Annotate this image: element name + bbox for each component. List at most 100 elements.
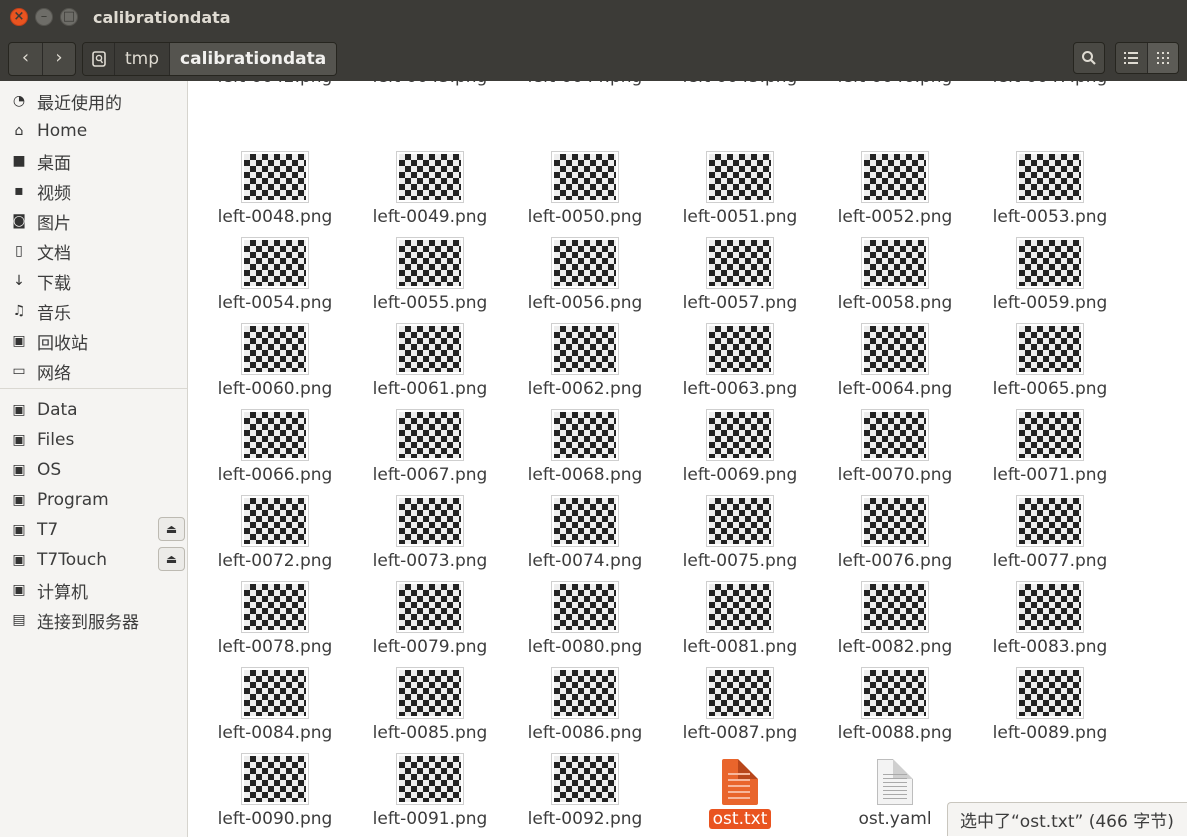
sidebar-item-data[interactable]: ▣ Data [0,395,187,425]
file-item[interactable]: left-0064.png [820,323,970,403]
file-name: left-0061.png [372,379,488,399]
file-item[interactable]: left-0091.png [355,753,505,833]
sidebar-item-pictures[interactable]: ◙ 图片 [0,206,187,236]
file-item[interactable]: left-0073.png [355,495,505,575]
close-window-button[interactable]: × [10,8,28,26]
file-item[interactable]: left-0083.png [975,581,1125,661]
file-item[interactable]: left-0077.png [975,495,1125,575]
file-item[interactable]: left-0067.png [355,409,505,489]
maximize-window-button[interactable]: □ [60,8,78,26]
file-item[interactable]: left-0089.png [975,667,1125,747]
drive-icon: ▣ [12,492,26,508]
file-item[interactable]: left-0070.png [820,409,970,489]
search-button[interactable] [1073,42,1105,74]
file-name: left-0074.png [527,551,643,571]
sidebar-item-files[interactable]: ▣ Files [0,425,187,455]
sidebar-item-os[interactable]: ▣ OS [0,455,187,485]
checkerboard-image [244,154,306,200]
file-item[interactable]: left-0069.png [665,409,815,489]
file-item[interactable]: left-0055.png [355,237,505,317]
sidebar-item-connect-server[interactable]: ▤ 连接到服务器 [0,605,187,635]
image-thumbnail [241,753,309,805]
file-item[interactable]: left-0085.png [355,667,505,747]
file-item[interactable]: left-0061.png [355,323,505,403]
forward-button[interactable]: › [42,43,75,75]
file-item[interactable]: left-0047.png [975,81,1125,91]
sidebar-item-computer[interactable]: ▣ 计算机 [0,575,187,605]
back-button[interactable]: ‹ [9,43,42,75]
image-thumbnail [551,151,619,203]
sidebar-item-downloads[interactable]: ↓ 下载 [0,266,187,296]
file-item[interactable]: left-0079.png [355,581,505,661]
eject-t7touch-button[interactable]: ⏏ [158,547,185,571]
file-item[interactable]: left-0080.png [510,581,660,661]
file-item[interactable]: left-0078.png [200,581,350,661]
file-item[interactable]: left-0056.png [510,237,660,317]
file-item[interactable]: left-0081.png [665,581,815,661]
eject-t7-button[interactable]: ⏏ [158,517,185,541]
file-item[interactable]: left-0072.png [200,495,350,575]
file-item[interactable]: left-0075.png [665,495,815,575]
sidebar-item-home[interactable]: ⌂ Home [0,116,187,146]
file-item[interactable]: left-0087.png [665,667,815,747]
file-item[interactable]: left-0059.png [975,237,1125,317]
checkerboard-image [554,240,616,286]
file-item[interactable]: left-0092.png [510,753,660,833]
file-item[interactable]: left-0063.png [665,323,815,403]
breadcrumb-tmp[interactable]: tmp [115,43,171,75]
image-thumbnail [706,409,774,461]
file-item[interactable]: left-0062.png [510,323,660,403]
file-item[interactable]: left-0057.png [665,237,815,317]
minimize-window-button[interactable]: – [35,8,53,26]
sidebar-item-trash[interactable]: ▣ 回收站 [0,326,187,356]
navigation-buttons: ‹ › [8,42,76,76]
sidebar-item-desktop[interactable]: ■ 桌面 [0,146,187,176]
file-item[interactable]: left-0050.png [510,151,660,231]
file-item[interactable]: left-0076.png [820,495,970,575]
file-item[interactable]: left-0043.png [355,81,505,91]
file-item[interactable]: left-0071.png [975,409,1125,489]
breadcrumb-calibrationdata[interactable]: calibrationdata [170,43,337,75]
file-item[interactable]: left-0044.png [510,81,660,91]
sidebar-item-videos[interactable]: ▪ 视频 [0,176,187,206]
image-thumbnail [706,151,774,203]
file-item[interactable]: left-0046.png [820,81,970,91]
checkerboard-image [399,756,461,802]
list-view-button[interactable] [1116,43,1147,73]
file-name: left-0063.png [682,379,798,399]
file-item[interactable]: left-0090.png [200,753,350,833]
file-item[interactable]: left-0042.png [200,81,350,91]
camera-icon: ◙ [12,213,26,229]
file-item[interactable]: left-0053.png [975,151,1125,231]
file-item[interactable]: left-0068.png [510,409,660,489]
file-item[interactable]: left-0049.png [355,151,505,231]
file-item[interactable]: left-0051.png [665,151,815,231]
file-item[interactable]: left-0060.png [200,323,350,403]
image-thumbnail [241,667,309,719]
image-thumbnail [551,753,619,805]
sidebar-item-network[interactable]: ▭ 网络 [0,356,187,386]
checkerboard-image [554,326,616,372]
file-item[interactable]: left-0086.png [510,667,660,747]
file-item[interactable]: left-0054.png [200,237,350,317]
file-item[interactable]: left-0074.png [510,495,660,575]
sidebar-item-documents[interactable]: ▯ 文档 [0,236,187,266]
breadcrumb-root[interactable] [83,43,115,75]
file-item[interactable]: left-0065.png [975,323,1125,403]
file-item[interactable]: left-0084.png [200,667,350,747]
file-item[interactable]: left-0082.png [820,581,970,661]
sidebar-item-label: 最近使用的 [37,93,122,114]
checkerboard-image [864,326,926,372]
file-item[interactable]: left-0045.png [665,81,815,91]
file-item[interactable]: left-0058.png [820,237,970,317]
file-item[interactable]: left-0066.png [200,409,350,489]
file-item[interactable]: ost.txt [665,753,815,833]
file-name: left-0088.png [837,723,953,743]
file-item[interactable]: left-0048.png [200,151,350,231]
grid-view-button[interactable] [1146,43,1178,73]
sidebar-item-program[interactable]: ▣ Program [0,485,187,515]
file-item[interactable]: left-0088.png [820,667,970,747]
file-item[interactable]: left-0052.png [820,151,970,231]
sidebar-item-music[interactable]: ♫ 音乐 [0,296,187,326]
sidebar-item-recent[interactable]: ◔ 最近使用的 [0,86,187,116]
